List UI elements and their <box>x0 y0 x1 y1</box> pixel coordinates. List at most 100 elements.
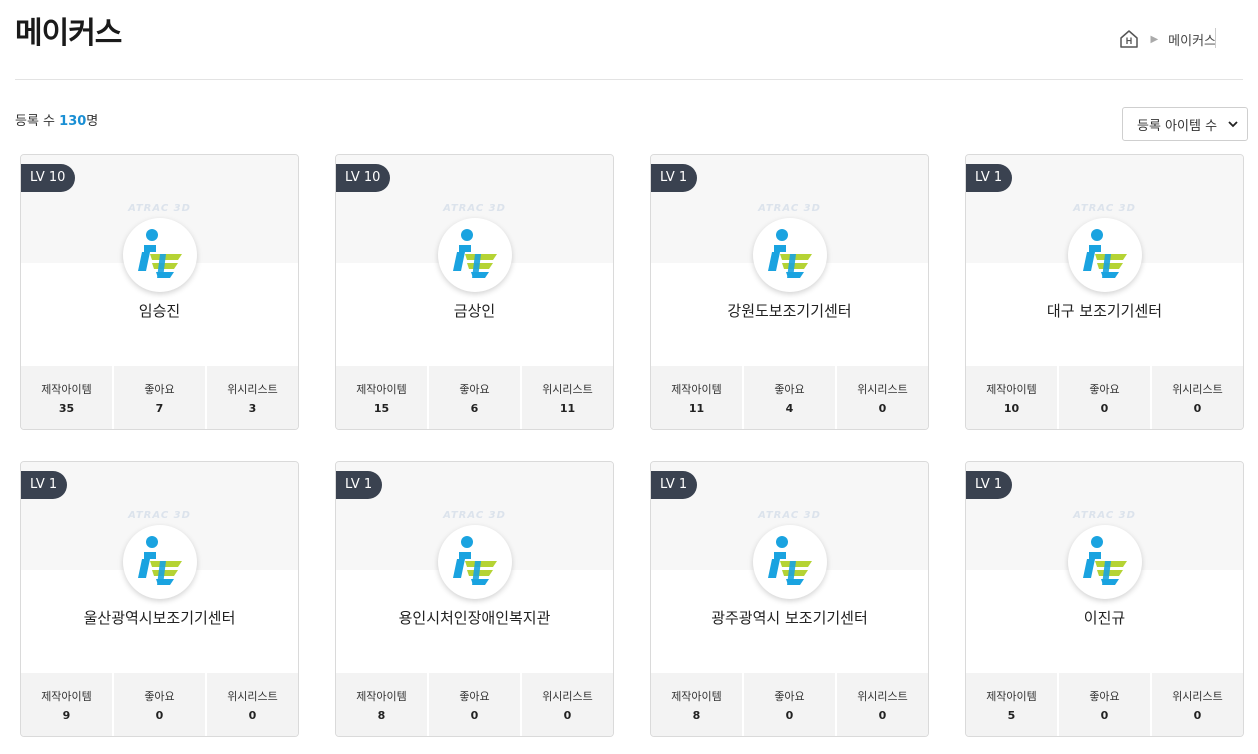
breadcrumb-current[interactable]: 메이커스 <box>1168 30 1216 49</box>
level-badge: LV 1 <box>336 471 383 499</box>
page-title: 메이커스 <box>15 16 122 51</box>
maker-name[interactable]: 대구 보조기기센터 <box>966 300 1243 321</box>
stat-items: 제작아이템 8 <box>651 673 742 736</box>
maker-card[interactable]: ATRAC 3D LV 1 강원도보조기기센터 제작아이템 11 좋아요 4 위… <box>650 154 929 430</box>
avatar[interactable] <box>438 525 512 599</box>
stat-likes: 좋아요 0 <box>744 673 835 736</box>
avatar[interactable] <box>438 218 512 292</box>
banner-watermark: ATRAC 3D <box>128 510 191 521</box>
level-badge: LV 1 <box>966 164 1013 192</box>
maker-name[interactable]: 강원도보조기기센터 <box>651 300 928 321</box>
maker-name[interactable]: 이진규 <box>966 607 1243 628</box>
sort-select[interactable]: 등록 아이템 수 <box>1122 107 1248 141</box>
stat-items: 제작아이템 9 <box>21 673 112 736</box>
maker-card[interactable]: ATRAC 3D LV 10 임승진 제작아이템 35 좋아요 7 위시리스트 … <box>20 154 299 430</box>
maker-card[interactable]: ATRAC 3D LV 1 용인시처인장애인복지관 제작아이템 8 좋아요 0 … <box>335 461 614 737</box>
level-badge: LV 10 <box>336 164 391 192</box>
stat-value: 0 <box>248 708 257 722</box>
sort-selected-label: 등록 아이템 수 <box>1137 118 1218 134</box>
stat-label: 위시리스트 <box>1172 382 1223 396</box>
maker-card[interactable]: ATRAC 3D LV 10 금상인 제작아이템 15 좋아요 6 위시리스트 … <box>335 154 614 430</box>
stat-value: 15 <box>373 401 390 415</box>
stat-wishlist: 위시리스트 3 <box>207 366 298 429</box>
stat-label: 좋아요 <box>144 382 175 396</box>
avatar[interactable] <box>1068 218 1142 292</box>
banner-watermark: ATRAC 3D <box>1073 203 1136 214</box>
stat-items: 제작아이템 15 <box>336 366 427 429</box>
stat-items: 제작아이템 10 <box>966 366 1057 429</box>
count-suffix: 명 <box>86 114 99 129</box>
level-badge: LV 10 <box>21 164 76 192</box>
stats-row: 제작아이템 35 좋아요 7 위시리스트 3 <box>21 366 298 429</box>
chevron-down-icon <box>1228 121 1238 128</box>
stat-items: 제작아이템 35 <box>21 366 112 429</box>
stat-value: 10 <box>1003 401 1020 415</box>
stat-value: 0 <box>878 708 887 722</box>
stat-label: 제작아이템 <box>41 689 92 703</box>
registration-count: 등록 수 130명 <box>15 110 98 129</box>
maker-logo-icon <box>453 536 497 585</box>
banner-watermark: ATRAC 3D <box>128 203 191 214</box>
stat-label: 좋아요 <box>459 382 490 396</box>
stat-label: 위시리스트 <box>857 382 908 396</box>
stat-likes: 좋아요 4 <box>744 366 835 429</box>
stat-label: 위시리스트 <box>227 382 278 396</box>
maker-name[interactable]: 용인시처인장애인복지관 <box>336 607 613 628</box>
home-icon[interactable]: H <box>1118 28 1140 50</box>
maker-logo-icon <box>1083 536 1127 585</box>
maker-name[interactable]: 광주광역시 보조기기센터 <box>651 607 928 628</box>
maker-logo-icon <box>453 229 497 278</box>
stat-wishlist: 위시리스트 0 <box>522 673 613 736</box>
stat-value: 0 <box>155 708 164 722</box>
stat-wishlist: 위시리스트 0 <box>837 366 928 429</box>
stat-value: 0 <box>1193 401 1202 415</box>
level-badge: LV 1 <box>966 471 1013 499</box>
stat-label: 제작아이템 <box>356 382 407 396</box>
maker-name[interactable]: 울산광역시보조기기센터 <box>21 607 298 628</box>
stat-value: 7 <box>155 401 164 415</box>
count-number: 130 <box>59 114 87 129</box>
stat-wishlist: 위시리스트 0 <box>1152 673 1243 736</box>
stat-label: 제작아이템 <box>41 382 92 396</box>
stat-label: 좋아요 <box>1089 689 1120 703</box>
stat-items: 제작아이템 8 <box>336 673 427 736</box>
breadcrumb-separator-icon: ▶ <box>1150 33 1159 45</box>
avatar[interactable] <box>123 218 197 292</box>
stat-label: 제작아이템 <box>671 382 722 396</box>
stat-wishlist: 위시리스트 0 <box>1152 366 1243 429</box>
avatar[interactable] <box>123 525 197 599</box>
banner-watermark: ATRAC 3D <box>1073 510 1136 521</box>
level-badge: LV 1 <box>651 164 698 192</box>
maker-card[interactable]: ATRAC 3D LV 1 광주광역시 보조기기센터 제작아이템 8 좋아요 0… <box>650 461 929 737</box>
banner-watermark: ATRAC 3D <box>758 203 821 214</box>
avatar[interactable] <box>753 525 827 599</box>
avatar[interactable] <box>753 218 827 292</box>
stat-value: 0 <box>1100 401 1109 415</box>
stat-label: 위시리스트 <box>227 689 278 703</box>
stat-label: 위시리스트 <box>1172 689 1223 703</box>
maker-name[interactable]: 금상인 <box>336 300 613 321</box>
stat-wishlist: 위시리스트 0 <box>207 673 298 736</box>
breadcrumb: H ▶ 메이커스 <box>1118 28 1216 50</box>
count-prefix: 등록 수 <box>15 114 60 129</box>
banner-watermark: ATRAC 3D <box>443 203 506 214</box>
maker-card[interactable]: ATRAC 3D LV 1 대구 보조기기센터 제작아이템 10 좋아요 0 위… <box>965 154 1244 430</box>
maker-name[interactable]: 임승진 <box>21 300 298 321</box>
maker-card[interactable]: ATRAC 3D LV 1 울산광역시보조기기센터 제작아이템 9 좋아요 0 … <box>20 461 299 737</box>
stat-label: 좋아요 <box>144 689 175 703</box>
stat-label: 좋아요 <box>774 382 805 396</box>
level-badge: LV 1 <box>651 471 698 499</box>
stat-label: 위시리스트 <box>857 689 908 703</box>
stat-likes: 좋아요 0 <box>429 673 520 736</box>
stat-value: 8 <box>692 708 701 722</box>
header-divider <box>15 79 1243 80</box>
maker-card[interactable]: ATRAC 3D LV 1 이진규 제작아이템 5 좋아요 0 위시리스트 0 <box>965 461 1244 737</box>
stat-value: 0 <box>785 708 794 722</box>
maker-logo-icon <box>138 229 182 278</box>
stat-value: 0 <box>1100 708 1109 722</box>
stats-row: 제작아이템 8 좋아요 0 위시리스트 0 <box>336 673 613 736</box>
avatar[interactable] <box>1068 525 1142 599</box>
stat-value: 3 <box>248 401 257 415</box>
stat-value: 11 <box>559 401 576 415</box>
stats-row: 제작아이템 10 좋아요 0 위시리스트 0 <box>966 366 1243 429</box>
